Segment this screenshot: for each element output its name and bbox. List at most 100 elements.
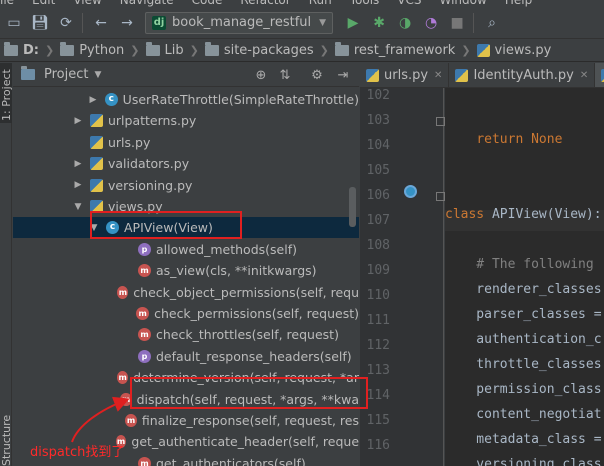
line-number: 107 [366,213,390,228]
structure-tool-tab[interactable]: Structure [0,403,13,466]
tab-views-py[interactable] [595,63,604,87]
fold-marker-icon[interactable] [436,192,445,201]
close-icon[interactable]: ✕ [434,70,442,81]
tree-item-label: check_object_permissions(self, requ [133,284,359,300]
folder-icon [334,42,349,56]
locate-icon[interactable]: ⊕ [253,67,269,83]
tab-identityauth-py[interactable]: IdentityAuth.py ✕ [449,63,596,87]
method-icon: m [117,285,129,299]
tree-item[interactable]: m as_view(cls, **initkwargs) [13,260,359,281]
hide-icon[interactable]: ⇥ [335,67,351,83]
run-icon[interactable]: ▶ [341,11,365,35]
tree-item[interactable]: ▶ c UserRateThrottle(SimpleRateThrottle) [13,89,359,110]
menu-item-run[interactable]: Run [309,0,332,7]
chevron-right-icon: ❯ [130,44,140,57]
close-icon[interactable]: ✕ [580,70,588,81]
menu-item-refactor[interactable]: Refactor [240,0,290,7]
code-line: authentication_c [445,332,602,347]
code-line: return None [476,132,563,147]
menu-bar: ile Edit View Navigate Code Refactor Run Tools V… [0,0,604,7]
toolbar: ▭ 💾︎ ⟳ ← → dj book_manage_restful ▼ ▶ ✱ … [0,7,604,39]
python-file-icon [90,114,103,128]
breadcrumb-item-python[interactable]: Python [56,42,128,58]
menu-item-vcs[interactable]: VCS [397,0,421,7]
line-number: 113 [366,363,390,378]
method-icon: m [117,371,129,385]
search-icon[interactable]: ⌕ [480,11,504,35]
back-icon[interactable]: ← [89,11,113,35]
menu-item-ile[interactable]: ile [0,0,14,7]
breadcrumb-item-site-packages[interactable]: site-packages [201,42,318,58]
line-number: 105 [366,163,390,178]
menu-item-window[interactable]: Window [440,0,487,7]
profile-icon[interactable]: ◔ [419,11,443,35]
chevron-down-icon[interactable]: ▼ [72,202,84,212]
python-file-icon [90,178,103,192]
sync-icon[interactable]: ⟳ [54,11,78,35]
tree-item[interactable]: m check_object_permissions(self, requ [13,282,359,303]
project-tool-tab-label: 1: Project [0,69,13,121]
breadcrumb-item-drive[interactable]: D: [0,42,43,58]
breadcrumb-item-views-py[interactable]: views.py [473,43,556,58]
chevron-right-icon[interactable]: ▶ [72,116,84,126]
folder-icon[interactable]: ▭ [2,11,26,35]
tree-item[interactable]: p default_response_headers(self) [13,346,359,367]
stop-icon[interactable]: ■ [445,11,469,35]
menu-item-tools[interactable]: Tools [350,0,380,7]
project-tool-tab[interactable]: 1: Project [0,63,13,123]
tree-item[interactable]: ▶ urlpatterns.py [13,110,359,131]
tree-item[interactable]: p allowed_methods(self) [13,239,359,260]
tree-item-label: versioning.py [108,177,193,193]
tree-item[interactable]: m finalize_response(self, request, res [13,410,359,431]
tree-item[interactable]: m check_permissions(self, request) [13,303,359,324]
toolbar-separator [473,12,475,33]
method-icon: m [125,414,137,427]
menu-item-edit[interactable]: Edit [32,0,55,7]
save-icon[interactable]: 💾︎ [28,11,52,35]
coverage-icon[interactable]: ◑ [393,11,417,35]
forward-icon[interactable]: → [115,11,139,35]
project-panel-title[interactable]: Project [44,67,88,82]
class-icon: c [104,93,118,106]
gear-icon[interactable]: ⚙ [309,67,325,83]
menu-item-help[interactable]: Help [505,0,532,7]
code-editor[interactable]: return None class APIView(View): # The fo… [445,88,604,466]
chevron-right-icon[interactable]: ▶ [87,95,99,105]
python-file-icon [455,69,469,82]
menu-item-view[interactable]: View [73,0,101,7]
property-icon: p [138,242,151,256]
tree-item[interactable]: urls.py [13,132,359,153]
run-config-dropdown[interactable]: dj book_manage_restful ▼ [145,11,334,34]
chevron-down-icon: ▼ [319,17,327,28]
line-number: 111 [366,313,390,328]
line-number: 108 [366,238,390,253]
tree-item[interactable]: ▶ versioning.py [13,175,359,196]
debug-icon[interactable]: ✱ [367,11,391,35]
chevron-right-icon: ❯ [45,44,55,57]
chevron-down-icon[interactable]: ▼ [94,70,101,80]
tree-item-label: get_authenticators(self) [156,455,306,466]
collapse-all-icon[interactable]: ⇅ [277,67,293,83]
line-number: 116 [366,438,390,453]
editor-tabs: urls.py ✕ IdentityAuth.py ✕ [360,63,604,88]
breadcrumb-item-lib[interactable]: Lib [142,42,188,58]
chevron-right-icon[interactable]: ▶ [72,180,84,190]
tree-item-label: allowed_methods(self) [156,241,297,257]
breadcrumb-item-rest-framework[interactable]: rest_framework [331,42,459,58]
menu-item-code[interactable]: Code [192,0,223,7]
tree-item[interactable]: m check_throttles(self, request) [13,324,359,345]
fold-marker-icon[interactable] [436,117,445,126]
tree-item[interactable]: ▶ validators.py [13,153,359,174]
tab-urls-py[interactable]: urls.py ✕ [360,63,450,87]
python-file-icon [90,157,103,171]
python-file-icon [90,135,103,149]
override-marker-icon[interactable] [404,185,417,198]
left-tool-strip: 1: Project Structure [0,63,13,466]
chevron-right-icon[interactable]: ▶ [72,159,84,169]
menu-item-navigate[interactable]: Navigate [120,0,174,7]
tree-scrollbar[interactable] [349,187,356,227]
line-number: 112 [366,338,390,353]
method-icon: m [138,328,151,342]
annotation-box-apiview [90,211,242,239]
django-icon: dj [152,15,166,30]
